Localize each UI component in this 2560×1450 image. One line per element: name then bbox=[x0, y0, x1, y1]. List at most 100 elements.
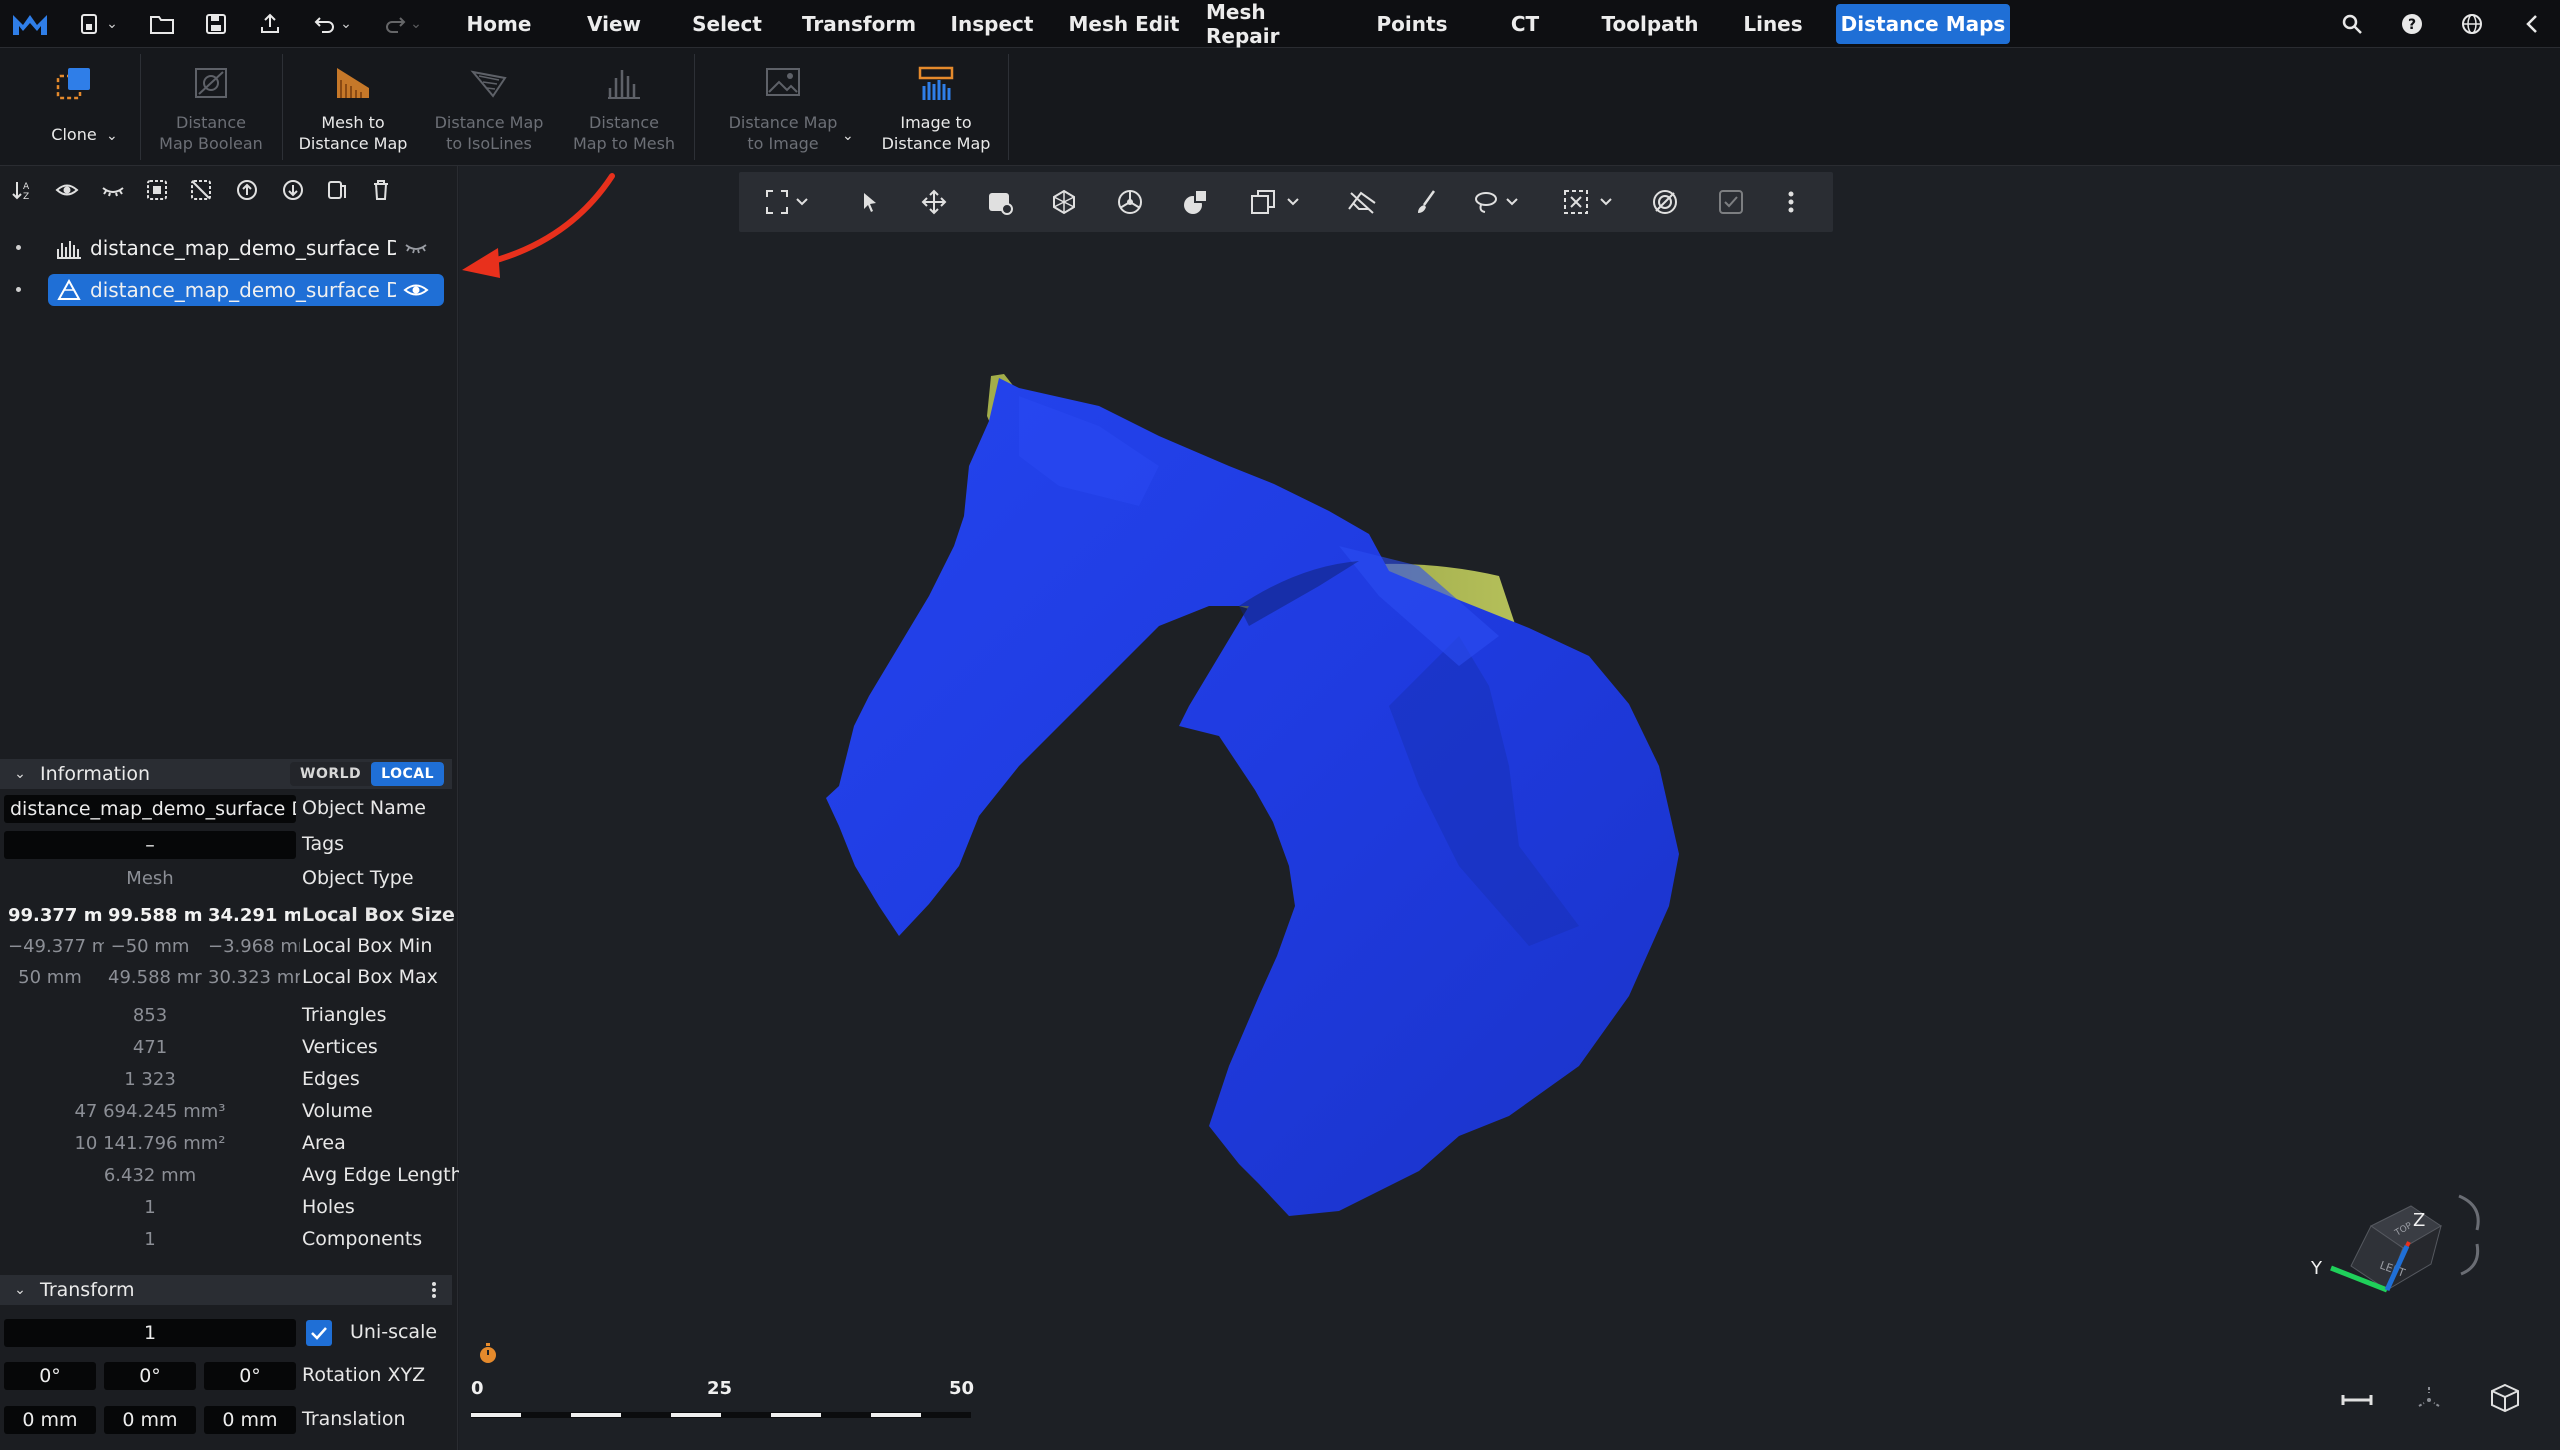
view-cube-icon[interactable] bbox=[2485, 1378, 2525, 1418]
scale-ruler bbox=[471, 1412, 971, 1418]
mesh-render[interactable] bbox=[459, 166, 2560, 1450]
scale-label-25: 25 bbox=[707, 1378, 733, 1399]
holes-value: 1 bbox=[144, 1196, 156, 1218]
translation-z-field[interactable]: 0 mm bbox=[204, 1406, 296, 1434]
delete-icon[interactable] bbox=[364, 172, 398, 208]
tab-select[interactable]: Select bbox=[686, 4, 768, 44]
tab-mesh-edit[interactable]: Mesh Edit bbox=[1066, 4, 1182, 44]
distance-map-to-mesh-button[interactable]: Distance Map to Mesh bbox=[560, 48, 688, 166]
z-axis-label: Z bbox=[2413, 1210, 2425, 1231]
distance-map-to-isolines-button[interactable]: Distance Map to IsoLines bbox=[424, 48, 554, 166]
duplicate-icon[interactable] bbox=[320, 172, 354, 208]
area-value: 10 141.796 mm² bbox=[74, 1132, 226, 1154]
visible-eye-icon[interactable] bbox=[396, 281, 436, 299]
avg-edge-key: Avg Edge Length bbox=[302, 1164, 463, 1186]
translation-key: Translation bbox=[302, 1408, 406, 1430]
tab-distance-maps[interactable]: Distance Maps bbox=[1836, 4, 2010, 44]
new-file-icon[interactable]: ⌄ bbox=[72, 4, 124, 44]
clone-button[interactable]: Clone bbox=[24, 48, 124, 166]
globe-icon[interactable] bbox=[2454, 4, 2490, 44]
tab-home[interactable]: Home bbox=[456, 4, 542, 44]
more-options-icon[interactable] bbox=[428, 1279, 440, 1305]
tab-view[interactable]: View bbox=[578, 4, 650, 44]
scale-field[interactable]: 1 bbox=[4, 1319, 296, 1347]
deselect-icon[interactable] bbox=[184, 172, 218, 208]
stopwatch-icon[interactable] bbox=[473, 1338, 503, 1368]
move-down-icon[interactable] bbox=[276, 172, 310, 208]
hide-all-icon[interactable] bbox=[96, 172, 130, 208]
rotation-x-field[interactable]: 0° bbox=[4, 1362, 96, 1390]
scene-panel: AZ distance_map_demo_surface Dist distan… bbox=[0, 166, 463, 1450]
distance-map-to-image-button[interactable]: Distance Map to Image bbox=[714, 48, 852, 166]
image-to-distance-map-button[interactable]: Image to Distance Map bbox=[866, 48, 1006, 166]
translation-y-field[interactable]: 0 mm bbox=[104, 1406, 196, 1434]
rotation-y-field[interactable]: 0° bbox=[104, 1362, 196, 1390]
mesh-front-face bbox=[826, 378, 1679, 1216]
triangles-value: 853 bbox=[132, 1004, 168, 1026]
tab-transform[interactable]: Transform bbox=[800, 4, 918, 44]
distance-map-boolean-icon bbox=[195, 68, 227, 98]
tab-toolpath[interactable]: Toolpath bbox=[1598, 4, 1702, 44]
holes-row: 1 Holes bbox=[0, 1192, 452, 1222]
transform-header[interactable]: ⌄ Transform bbox=[0, 1275, 452, 1305]
3d-viewport[interactable]: LEFT TOP Y Z 0 25 50 bbox=[459, 166, 2560, 1450]
redo-icon[interactable]: ⌄ bbox=[378, 4, 428, 44]
tab-ct[interactable]: CT bbox=[1502, 4, 1548, 44]
ribbon-divider bbox=[1008, 54, 1009, 160]
center-view-icon[interactable] bbox=[2411, 1380, 2447, 1416]
scene-toolbar: AZ bbox=[0, 172, 458, 208]
orientation-cube[interactable]: LEFT TOP Y Z bbox=[2291, 1186, 2511, 1316]
tab-lines[interactable]: Lines bbox=[1738, 4, 1808, 44]
object-name-field[interactable]: distance_map_demo_surface D bbox=[4, 795, 296, 823]
open-folder-icon[interactable] bbox=[144, 4, 180, 44]
translation-x-field[interactable]: 0 mm bbox=[4, 1406, 96, 1434]
move-up-icon[interactable] bbox=[230, 172, 264, 208]
measure-icon[interactable] bbox=[2339, 1382, 2375, 1418]
box-size-row: 99.377 mı 99.588 mı 34.291 mı Local Box … bbox=[0, 900, 455, 930]
uniscale-checkbox[interactable] bbox=[306, 1320, 332, 1346]
avg-edge-value: 6.432 mm bbox=[103, 1164, 197, 1186]
tags-row: – Tags bbox=[0, 829, 452, 859]
y-axis-label: Y bbox=[2310, 1258, 2323, 1279]
box-size-key: Local Box Size bbox=[302, 904, 455, 926]
distance-map-boolean-label: Distance Map Boolean bbox=[159, 113, 263, 153]
tree-row-distance-map: distance_map_demo_surface Dist bbox=[0, 230, 458, 266]
hidden-eye-icon[interactable] bbox=[396, 241, 436, 255]
tree-item-mesh[interactable]: distance_map_demo_surface Dist bbox=[48, 274, 444, 306]
tab-points[interactable]: Points bbox=[1370, 4, 1454, 44]
holes-key: Holes bbox=[302, 1196, 355, 1218]
ribbon-divider bbox=[282, 54, 283, 160]
object-type-value: Mesh bbox=[126, 867, 174, 889]
help-icon[interactable]: ? bbox=[2394, 4, 2430, 44]
show-all-icon[interactable] bbox=[50, 172, 84, 208]
tab-mesh-repair[interactable]: Mesh Repair bbox=[1206, 0, 1340, 48]
world-toggle[interactable]: WORLD bbox=[290, 762, 372, 786]
tree-item-distance-map[interactable]: distance_map_demo_surface Dist bbox=[48, 232, 444, 264]
image-dropdown-icon[interactable]: ⌄ bbox=[842, 128, 854, 144]
tags-key: Tags bbox=[302, 833, 345, 855]
isolines-icon bbox=[470, 70, 507, 98]
save-icon[interactable] bbox=[198, 4, 234, 44]
box-max-key: Local Box Max bbox=[302, 966, 438, 988]
chevron-down-icon: ⌄ bbox=[14, 1282, 26, 1298]
mesh-to-distance-map-button[interactable]: Mesh to Distance Map bbox=[288, 48, 418, 166]
rotation-z-field[interactable]: 0° bbox=[204, 1362, 296, 1390]
box-size-x: 99.377 mı bbox=[8, 904, 104, 926]
tab-inspect[interactable]: Inspect bbox=[948, 4, 1036, 44]
search-icon[interactable] bbox=[2334, 4, 2370, 44]
select-all-icon[interactable] bbox=[140, 172, 174, 208]
export-icon[interactable] bbox=[252, 4, 288, 44]
undo-icon[interactable]: ⌄ bbox=[308, 4, 358, 44]
distance-map-boolean-button[interactable]: Distance Map Boolean bbox=[146, 48, 276, 166]
tags-field[interactable]: – bbox=[4, 831, 296, 859]
svg-text:Z: Z bbox=[23, 192, 29, 202]
local-toggle[interactable]: LOCAL bbox=[371, 762, 445, 786]
collapse-icon[interactable] bbox=[2514, 4, 2550, 44]
clone-dropdown-icon[interactable]: ⌄ bbox=[106, 128, 118, 144]
app-logo-icon[interactable] bbox=[8, 4, 52, 44]
information-header[interactable]: ⌄ Information WORLD LOCAL bbox=[0, 759, 452, 789]
box-min-key: Local Box Min bbox=[302, 935, 433, 957]
sort-icon[interactable]: AZ bbox=[6, 172, 40, 208]
ribbon-divider bbox=[694, 54, 695, 160]
ribbon-toolbar: Clone ⌄ Distance Map Boolean Mesh to Dis… bbox=[0, 48, 2560, 166]
